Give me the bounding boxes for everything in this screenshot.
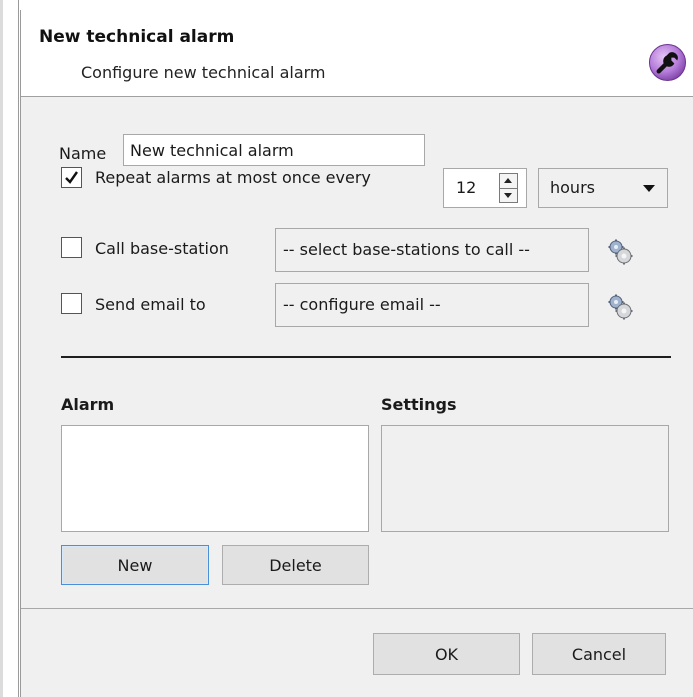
repeat-unit-value: hours: [550, 178, 595, 197]
spin-down-icon[interactable]: [504, 193, 512, 198]
section-divider: [61, 356, 671, 358]
delete-alarm-button[interactable]: Delete: [222, 545, 369, 585]
spin-up-icon[interactable]: [504, 178, 512, 183]
checkmark-icon: [65, 171, 78, 184]
ok-button[interactable]: OK: [373, 633, 520, 675]
alarm-section-title: Alarm: [61, 395, 115, 414]
repeat-label: Repeat alarms at most once every: [95, 168, 371, 187]
repeat-interval-value: 12: [456, 178, 477, 197]
chevron-down-icon: [643, 185, 655, 192]
send-email-label: Send email to: [95, 295, 206, 314]
dialog-subtitle: Configure new technical alarm: [81, 63, 326, 82]
window-edge: [0, 0, 3, 697]
settings-panel: [381, 425, 669, 532]
base-station-select-field[interactable]: -- select base-stations to call --: [275, 228, 589, 272]
call-base-station-label: Call base-station: [95, 239, 229, 258]
alarm-list[interactable]: [61, 425, 369, 532]
send-email-checkbox[interactable]: [61, 293, 82, 314]
new-technical-alarm-dialog: New technical alarm Configure new techni…: [20, 10, 693, 697]
window-border: [18, 0, 19, 697]
dialog-header: New technical alarm Configure new techni…: [21, 10, 693, 97]
gears-icon[interactable]: [607, 239, 633, 265]
call-base-station-checkbox[interactable]: [61, 237, 82, 258]
cancel-button[interactable]: Cancel: [532, 633, 666, 675]
repeat-interval-spinbox[interactable]: 12: [443, 168, 527, 208]
gears-icon[interactable]: [607, 294, 633, 320]
email-config-field[interactable]: -- configure email --: [275, 283, 589, 327]
settings-section-title: Settings: [381, 395, 457, 414]
repeat-checkbox[interactable]: [61, 167, 82, 188]
spin-arrows[interactable]: [499, 173, 518, 203]
name-input[interactable]: [123, 134, 425, 166]
wrench-icon: [648, 43, 687, 82]
footer-divider: [21, 608, 693, 609]
dialog-title: New technical alarm: [39, 27, 235, 47]
repeat-unit-select[interactable]: hours: [538, 168, 668, 208]
name-label: Name: [59, 144, 107, 163]
new-alarm-button[interactable]: New: [61, 545, 209, 585]
